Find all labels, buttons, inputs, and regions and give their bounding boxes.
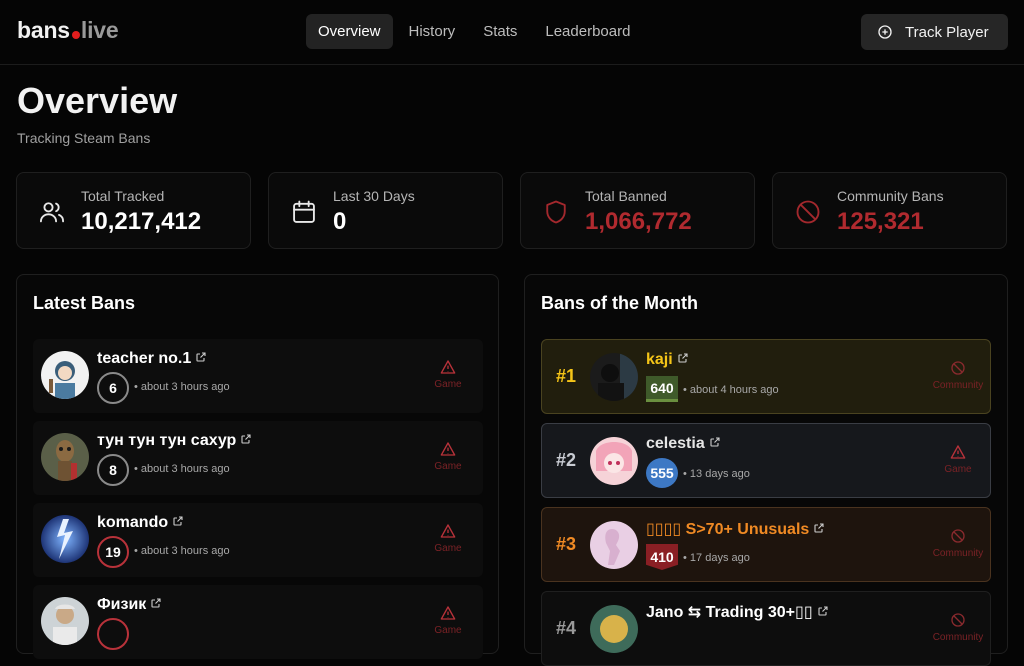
- ban-row[interactable]: komando 19 • about 3 hours ago Game: [33, 503, 483, 577]
- stat-label: Total Tracked: [81, 188, 165, 204]
- stat-label: Total Banned: [585, 188, 667, 204]
- stat-card-total-banned: Total Banned 1,066,772: [520, 172, 755, 249]
- nav-history[interactable]: History: [397, 14, 468, 49]
- external-link-icon[interactable]: [677, 352, 689, 364]
- avatar[interactable]: [41, 351, 89, 399]
- rank-label: #3: [556, 534, 577, 554]
- external-link-icon[interactable]: [240, 433, 252, 445]
- stat-value: 125,321: [837, 208, 924, 235]
- ban-time: • about 3 hours ago: [134, 545, 230, 557]
- external-link-icon[interactable]: [709, 436, 721, 448]
- track-player-label: Track Player: [905, 23, 989, 41]
- ban-type: Game: [431, 441, 465, 472]
- player-name[interactable]: kaji: [646, 351, 689, 369]
- steam-level-badge: [97, 618, 129, 650]
- ban-icon: [796, 200, 820, 224]
- brand-name-part1: bans: [17, 17, 70, 43]
- main-nav: Overview History Stats Leaderboard: [306, 14, 646, 49]
- rank-label: #1: [556, 366, 577, 386]
- player-name[interactable]: celestia: [646, 435, 721, 453]
- ban-row[interactable]: teacher no.1 6 • about 3 hours ago Game: [33, 339, 483, 413]
- external-link-icon[interactable]: [813, 522, 825, 534]
- ban-time: • 13 days ago: [683, 468, 750, 480]
- player-name[interactable]: Jano ⇆ Trading 30+▯▯: [646, 602, 829, 622]
- ban-type: Community: [928, 612, 988, 643]
- external-link-icon[interactable]: [817, 605, 829, 617]
- ban-type: Community: [928, 528, 988, 559]
- brand-name-part2: live: [80, 17, 119, 43]
- ban-row[interactable]: тун тун тун сахур 8 • about 3 hours ago …: [33, 421, 483, 495]
- stat-card-community-bans: Community Bans 125,321: [772, 172, 1007, 249]
- ban-type: Community: [928, 360, 988, 391]
- ban-type: Game: [431, 523, 465, 554]
- stat-card-total-tracked: Total Tracked 10,217,412: [16, 172, 251, 249]
- steam-level-badge: 8: [97, 454, 129, 486]
- calendar-icon: [293, 200, 315, 223]
- stat-label: Community Bans: [837, 188, 944, 204]
- external-link-icon[interactable]: [172, 515, 184, 527]
- external-link-icon[interactable]: [150, 597, 162, 609]
- month-ban-row[interactable]: #1 kaji 640 • about 4 hours ago Communit…: [541, 339, 991, 414]
- player-name[interactable]: teacher no.1: [97, 350, 207, 368]
- player-name[interactable]: тун тун тун сахур: [97, 432, 252, 450]
- ban-type: Game: [431, 605, 465, 636]
- bans-of-month-panel: Bans of the Month #1 kaji 640 • about 4 …: [524, 274, 1008, 666]
- avatar[interactable]: [41, 515, 89, 563]
- brand-dot: [71, 31, 80, 39]
- stat-value: 1,066,772: [585, 208, 692, 235]
- nav-stats[interactable]: Stats: [471, 14, 529, 49]
- page-title: Overview: [17, 80, 178, 121]
- ban-type: Game: [928, 444, 988, 475]
- steam-level-badge: 19: [97, 536, 129, 568]
- month-ban-row[interactable]: #3 ▯▯▯▯ S>70+ Unusuals 410 • 17 days ago…: [541, 507, 991, 582]
- stat-label: Last 30 Days: [333, 188, 415, 204]
- ban-icon: [951, 529, 965, 543]
- panel-title: Bans of the Month: [541, 293, 698, 313]
- steam-level-badge: 410: [646, 544, 678, 570]
- avatar[interactable]: [41, 433, 89, 481]
- latest-bans-panel: Latest Bans teacher no.1 6 • about 3 hou…: [16, 274, 499, 659]
- player-name[interactable]: Физик: [97, 596, 162, 614]
- shield-icon: [546, 200, 566, 224]
- steam-level-badge: 555: [646, 458, 678, 488]
- warning-triangle-icon: [440, 360, 456, 374]
- track-player-button[interactable]: Track Player: [861, 14, 1008, 50]
- player-name[interactable]: komando: [97, 514, 184, 532]
- stat-value: 0: [333, 208, 347, 235]
- month-ban-row[interactable]: #2 celestia 555 • 13 days ago Game: [541, 423, 991, 498]
- page-subtitle: Tracking Steam Bans: [17, 130, 151, 146]
- avatar[interactable]: [590, 353, 638, 401]
- avatar[interactable]: [590, 437, 638, 485]
- warning-triangle-icon: [440, 524, 456, 538]
- ban-type: Game: [431, 359, 465, 390]
- external-link-icon[interactable]: [195, 351, 207, 363]
- top-bar: bans live Overview History Stats Leaderbo…: [0, 0, 1024, 65]
- nav-leaderboard[interactable]: Leaderboard: [533, 14, 642, 49]
- warning-triangle-icon: [440, 442, 456, 456]
- ban-time: • about 3 hours ago: [134, 463, 230, 475]
- avatar[interactable]: [590, 521, 638, 569]
- ban-icon: [951, 613, 965, 627]
- avatar[interactable]: [590, 605, 638, 653]
- avatar[interactable]: [41, 597, 89, 645]
- player-name[interactable]: ▯▯▯▯ S>70+ Unusuals: [646, 519, 825, 539]
- stat-card-last-30-days: Last 30 Days 0: [268, 172, 503, 249]
- steam-level-badge: 6: [97, 372, 129, 404]
- ban-row[interactable]: Физик Game: [33, 585, 483, 659]
- plus-circle-icon: [878, 25, 892, 39]
- ban-time: • 17 days ago: [683, 552, 750, 564]
- nav-overview[interactable]: Overview: [306, 14, 393, 49]
- ban-time: • about 4 hours ago: [683, 384, 779, 396]
- warning-triangle-icon: [440, 606, 456, 620]
- warning-triangle-icon: [950, 445, 966, 459]
- stat-value: 10,217,412: [81, 208, 202, 235]
- steam-level-badge: 640: [646, 376, 678, 402]
- brand-logo[interactable]: bans live: [17, 17, 119, 44]
- panel-title: Latest Bans: [33, 293, 136, 313]
- users-icon: [39, 202, 65, 223]
- ban-time: • about 3 hours ago: [134, 381, 230, 393]
- rank-label: #2: [556, 450, 577, 470]
- ban-icon: [951, 361, 965, 375]
